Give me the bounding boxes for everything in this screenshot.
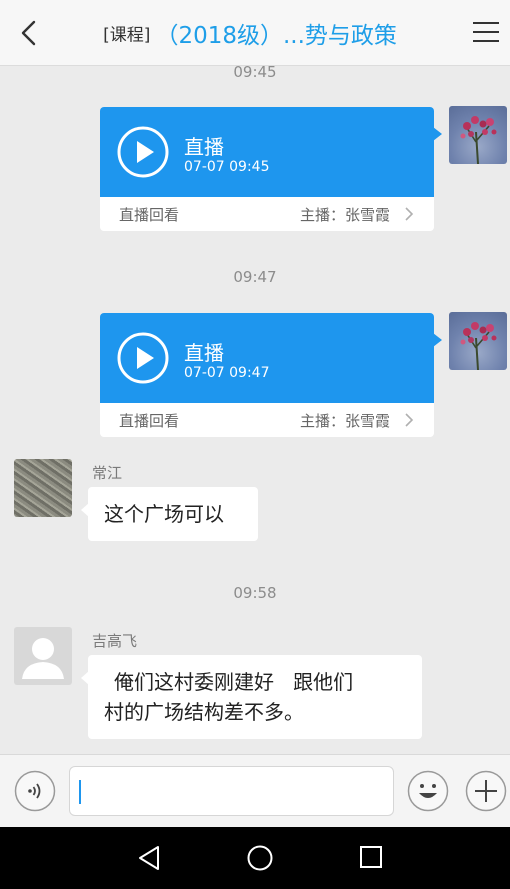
live-title: 直播: [184, 135, 224, 159]
default-avatar-icon: [22, 638, 64, 679]
replay-label: 直播回看: [119, 412, 180, 430]
play-icon[interactable]: [117, 126, 169, 178]
host-label: 主播：张雪霞: [299, 206, 390, 224]
sender-name: 常江: [92, 464, 123, 482]
chat-area[interactable]: 09:45 直播 07-07 09:45 直播回看 主播：张雪霞 09:47 直…: [0, 66, 510, 754]
plus-icon[interactable]: [465, 770, 507, 812]
live-card-header: 直播 07-07 09:47: [100, 313, 442, 403]
text-cursor: [79, 780, 81, 804]
live-title: 直播: [184, 341, 224, 365]
chevron-right-icon: [405, 413, 414, 427]
title-prefix: [课程]: [103, 25, 151, 46]
emoji-icon[interactable]: [407, 770, 449, 812]
flower-avatar-image: [460, 116, 497, 164]
message-bubble[interactable]: 这个广场可以: [81, 487, 258, 541]
message-text: 这个广场可以: [104, 502, 224, 526]
live-datetime: 07-07 09:47: [184, 365, 270, 381]
system-navigation-bar: [0, 827, 510, 889]
timestamp: 09:47: [233, 268, 277, 286]
message-text-line: 俺们这村委刚建好 跟他们: [114, 670, 354, 694]
nav-home-icon[interactable]: [246, 844, 274, 872]
flower-avatar-image: [460, 322, 497, 370]
header-bar: [课程] （2018级）...势与政策: [0, 0, 510, 66]
input-bar: [0, 754, 510, 827]
voice-icon[interactable]: [14, 770, 56, 812]
host-label: 主播：张雪霞: [299, 412, 390, 430]
live-card[interactable]: 直播 07-07 09:45 直播回看 主播：张雪霞: [100, 107, 442, 231]
play-icon[interactable]: [117, 332, 169, 384]
avatar[interactable]: [449, 312, 507, 370]
avatar[interactable]: [14, 459, 72, 517]
back-arrow-icon[interactable]: [14, 18, 44, 48]
sender-name: 吉高飞: [92, 632, 138, 650]
replay-label: 直播回看: [119, 206, 180, 224]
message-input[interactable]: [69, 766, 394, 816]
page-title: [课程] （2018级）...势与政策: [60, 16, 440, 50]
live-card-footer[interactable]: 直播回看 主播：张雪霞: [100, 403, 434, 437]
avatar[interactable]: [14, 627, 72, 685]
chevron-right-icon: [405, 207, 414, 221]
live-card[interactable]: 直播 07-07 09:47 直播回看 主播：张雪霞: [100, 313, 442, 437]
timestamp: 09:58: [233, 584, 277, 602]
nav-recent-icon[interactable]: [359, 845, 383, 869]
message-text-line: 村的广场结构差不多。: [104, 700, 304, 724]
menu-icon[interactable]: [472, 20, 500, 44]
nav-back-icon[interactable]: [136, 845, 162, 871]
timestamp: 09:45: [233, 66, 277, 81]
avatar[interactable]: [449, 106, 507, 164]
live-card-footer[interactable]: 直播回看 主播：张雪霞: [100, 197, 434, 231]
live-card-header: 直播 07-07 09:45: [100, 107, 442, 197]
message-bubble[interactable]: 俺们这村委刚建好 跟他们 村的广场结构差不多。: [81, 655, 422, 739]
live-datetime: 07-07 09:45: [184, 159, 270, 175]
course-name: （2018级）...势与政策: [155, 23, 397, 49]
